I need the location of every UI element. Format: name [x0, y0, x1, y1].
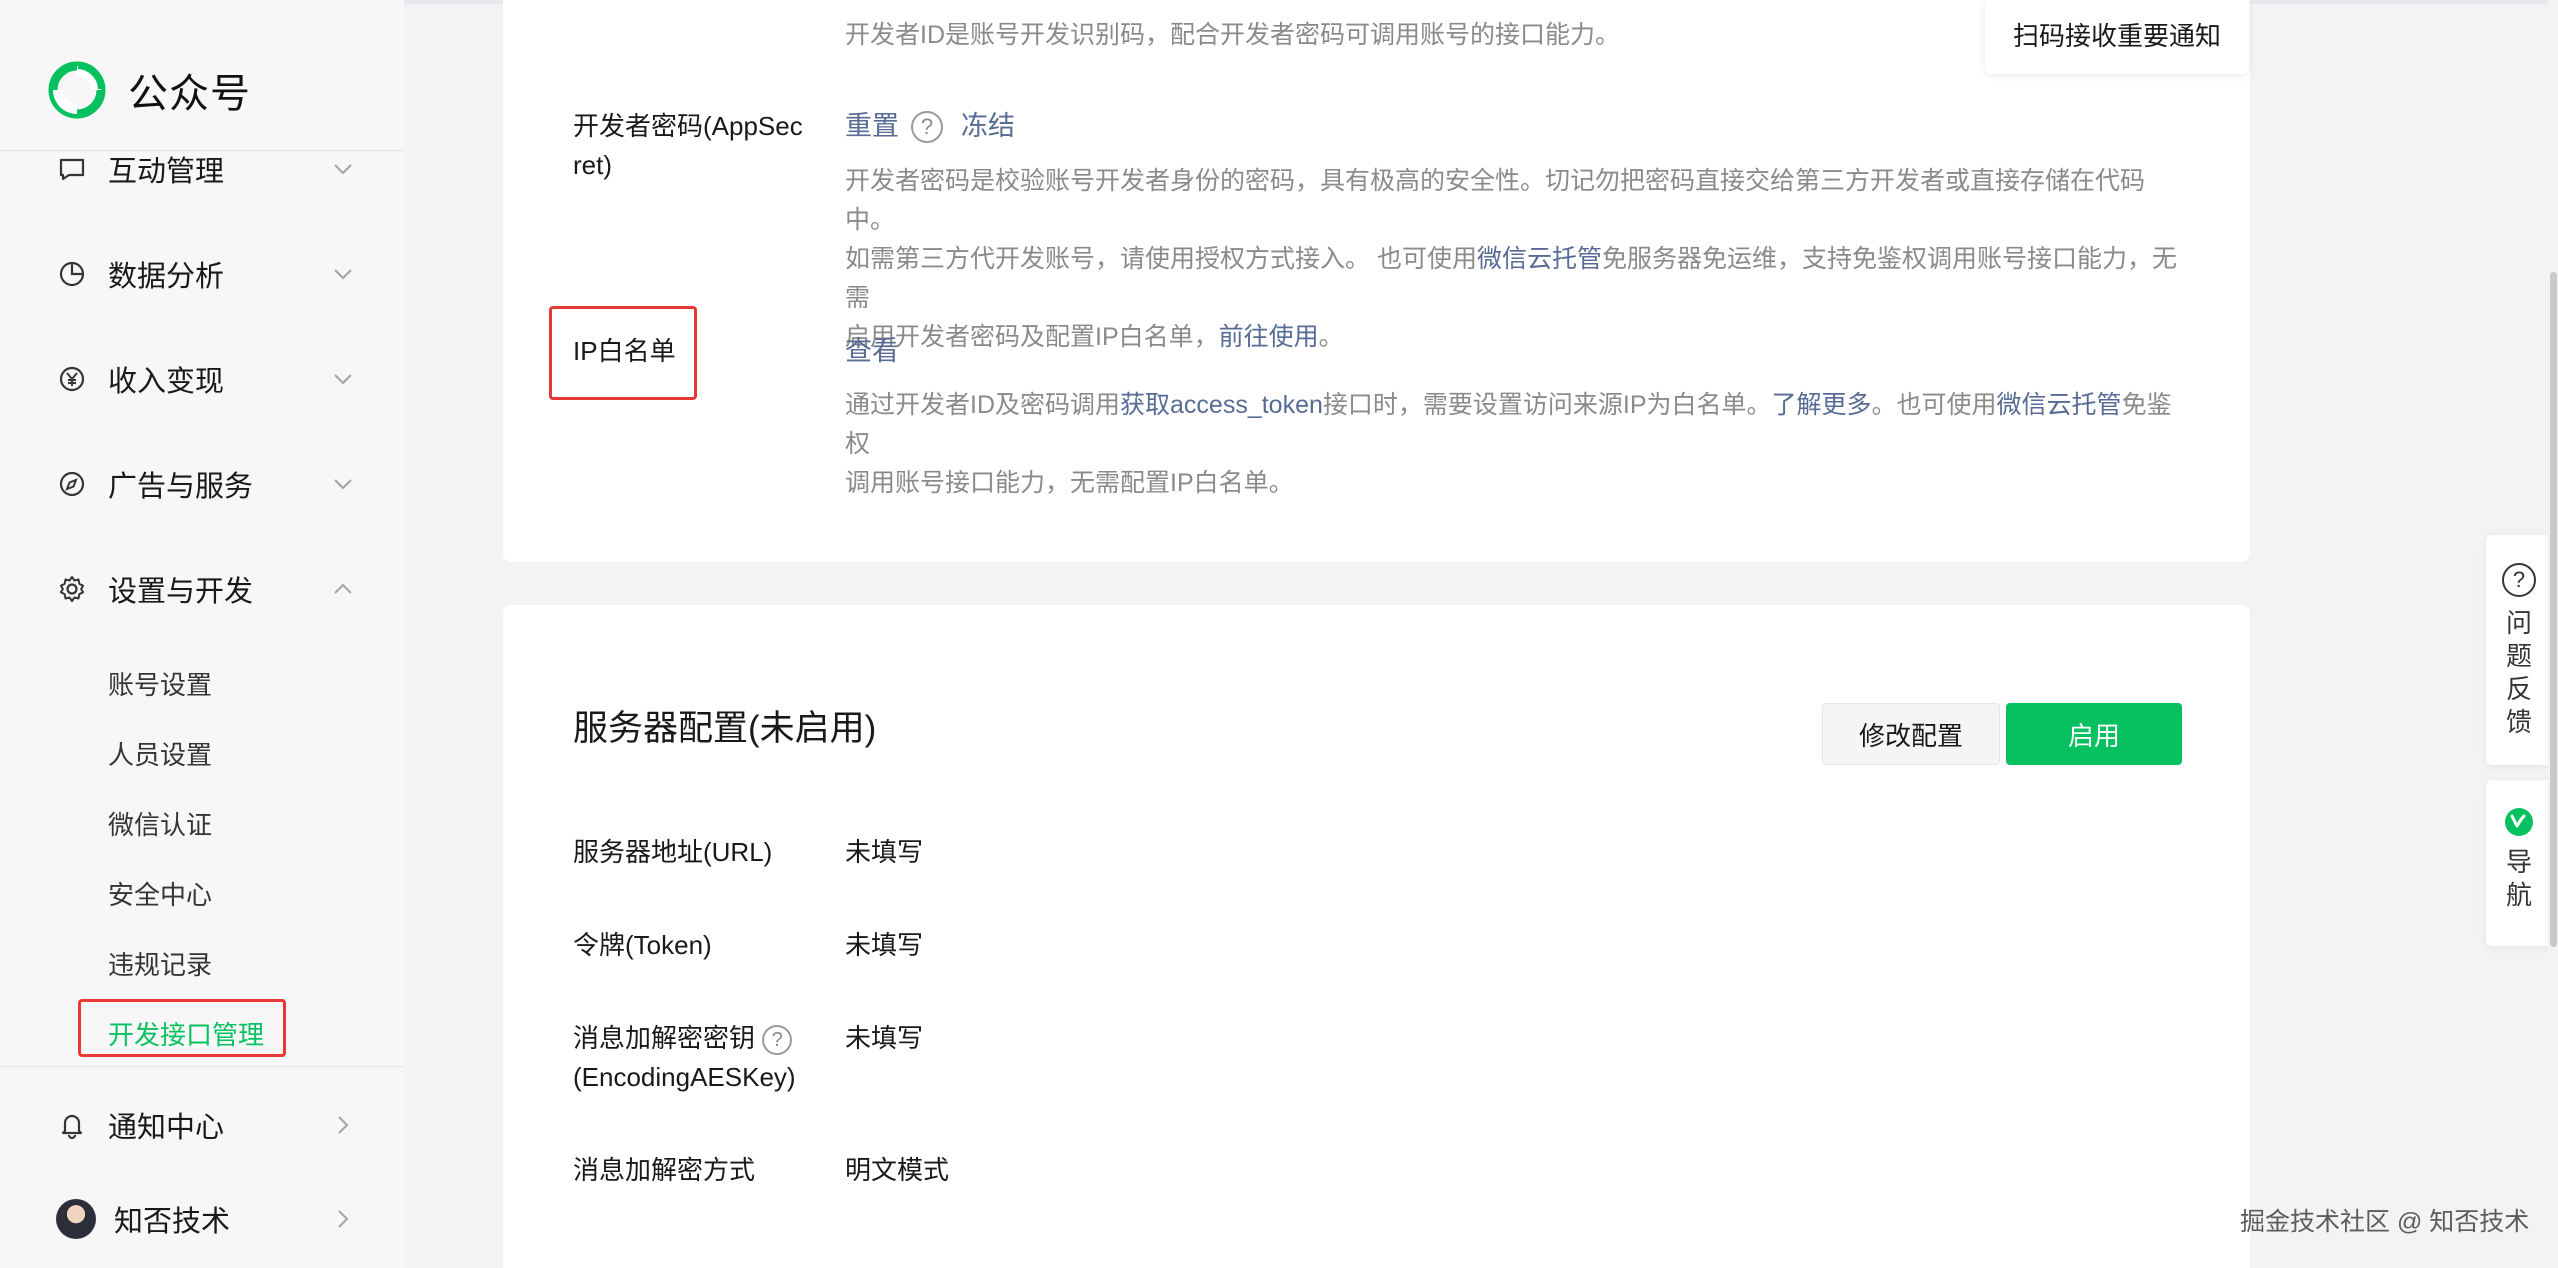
enable-button[interactable]: 启用	[2006, 703, 2182, 765]
gear-icon	[59, 576, 85, 602]
appsecret-actions: 重置 ? 冻结	[845, 107, 1015, 146]
sidebar-item-notifications[interactable]: 通知中心	[56, 1100, 356, 1150]
token-value: 未填写	[845, 930, 924, 960]
appsecret-desc-line1: 开发者密码是校验账号开发者身份的密码，具有极高的安全性。切记勿把密码直接交给第三…	[845, 167, 2146, 234]
sidebar-item-label: 收入变现	[108, 366, 225, 398]
highlight-box-active-subitem	[78, 999, 286, 1057]
reset-secret-link[interactable]: 重置	[845, 107, 899, 146]
sidebar-item-interaction[interactable]: 互动管理	[56, 144, 356, 194]
sidebar: 公众号 互动管理 数据分析 收入变现 广告与服务 设置与开发 账号设置 人员设置…	[0, 0, 404, 1268]
feedback-char: 问	[2505, 608, 2532, 638]
bell-icon	[61, 1114, 83, 1140]
aeskey-label: 消息加解密密钥 ? (EncodingAESKey)	[573, 1019, 796, 1097]
go-use-link[interactable]: 前往使用	[1219, 323, 1319, 351]
help-icon[interactable]: ?	[762, 1025, 793, 1056]
ip-whitelist-description: 通过开发者ID及密码调用获取access_token接口时，需要设置访问来源IP…	[845, 386, 2185, 503]
appid-description: 开发者ID是账号开发识别码，配合开发者密码可调用账号的接口能力。	[845, 21, 1621, 49]
chevron-right-icon	[338, 1116, 349, 1134]
appsecret-description: 开发者密码是校验账号开发者身份的密码，具有极高的安全性。切记勿把密码直接交给第三…	[845, 162, 2185, 357]
subitem-security-center[interactable]: 安全中心	[108, 871, 212, 915]
compass-icon	[59, 471, 85, 497]
appsecret-desc-line3: 启用开发者密码及配置IP白名单，前往使用。	[845, 323, 1344, 351]
feedback-char: 反	[2505, 674, 2532, 704]
sidebar-item-label: 设置与开发	[108, 576, 254, 608]
sidebar-item-account[interactable]: 知否技术	[56, 1194, 356, 1244]
learn-more-link[interactable]: 了解更多	[1772, 391, 1872, 419]
developer-credentials-card: 开发者ID是账号开发识别码，配合开发者密码可调用账号的接口能力。 开发者密码(A…	[503, 0, 2250, 562]
subitem-staff-settings[interactable]: 人员设置	[108, 731, 212, 775]
aeskey-label-line1: 消息加解密密钥 ?	[573, 1019, 796, 1058]
view-ip-whitelist-link[interactable]: 查看	[845, 336, 899, 366]
sidebar-item-label: 互动管理	[108, 156, 225, 188]
account-name: 知否技术	[114, 1206, 231, 1238]
wechat-cloud-hosting-link[interactable]: 微信云托管	[1997, 391, 2122, 419]
sidebar-item-monetization[interactable]: 收入变现	[56, 354, 356, 404]
appsecret-label: 开发者密码(AppSec ret)	[573, 107, 803, 185]
help-icon[interactable]: ?	[911, 110, 943, 143]
ip-whitelist-desc-line2: 调用账号接口能力，无需配置IP白名单。	[845, 469, 1294, 497]
chevron-up-icon	[334, 583, 352, 594]
chevron-right-icon	[338, 1210, 349, 1228]
server-config-title: 服务器配置(未启用)	[573, 709, 877, 748]
subitem-account-settings[interactable]: 账号设置	[108, 661, 212, 705]
sidebar-item-ads[interactable]: 广告与服务	[56, 459, 356, 509]
get-access-token-link[interactable]: 获取access_token	[1120, 391, 1323, 419]
sidebar-item-settings-dev[interactable]: 设置与开发	[56, 564, 356, 614]
sidebar-item-label: 数据分析	[108, 261, 225, 293]
sidebar-divider	[0, 1066, 404, 1067]
watermark-text: 掘金技术社区 @ 知否技术	[2240, 1208, 2530, 1236]
subitem-wechat-verification[interactable]: 微信认证	[108, 801, 212, 845]
chevron-down-icon	[334, 269, 352, 280]
yen-coin-icon	[59, 366, 85, 392]
guide-char: 航	[2505, 880, 2532, 910]
aeskey-value: 未填写	[845, 1023, 924, 1053]
chevron-down-icon	[334, 479, 352, 490]
wechat-cloud-hosting-link[interactable]: 微信云托管	[1477, 245, 1602, 273]
ip-whitelist-actions: 查看	[845, 332, 899, 371]
avatar	[56, 1199, 96, 1239]
sidebar-item-analytics[interactable]: 数据分析	[56, 249, 356, 299]
encryption-mode-label: 消息加解密方式	[573, 1155, 756, 1185]
appsecret-desc-line2: 如需第三方代开发账号，请使用授权方式接入。 也可使用微信云托管免服务器免运维，支…	[845, 245, 2177, 312]
highlight-box-ip-whitelist	[549, 306, 697, 400]
pie-chart-icon	[59, 261, 85, 287]
chat-bubble-icon	[59, 158, 85, 181]
chevron-down-icon	[334, 374, 352, 385]
subitem-violation-records[interactable]: 违规记录	[108, 941, 212, 985]
freeze-secret-link[interactable]: 冻结	[961, 107, 1015, 146]
server-url-label: 服务器地址(URL)	[573, 837, 773, 867]
scrollbar-thumb[interactable]	[2550, 272, 2557, 947]
guide-panel[interactable]: 导 航	[2486, 780, 2552, 946]
feedback-panel[interactable]: ? 问 题 反 馈	[2486, 535, 2552, 765]
app-name: 公众号	[128, 72, 251, 116]
sidebar-item-label: 通知中心	[108, 1112, 225, 1144]
question-icon: ?	[2502, 563, 2536, 597]
appsecret-label-line1: 开发者密码(AppSec	[573, 111, 803, 141]
scan-receive-notice-button[interactable]: 扫码接收重要通知	[1985, 0, 2249, 74]
encryption-mode-value: 明文模式	[845, 1155, 950, 1185]
sidebar-item-label: 广告与服务	[108, 471, 254, 503]
app-logo[interactable]: 公众号	[48, 58, 251, 122]
ip-whitelist-desc-line1: 通过开发者ID及密码调用获取access_token接口时，需要设置访问来源IP…	[845, 391, 2172, 458]
feedback-char: 馈	[2505, 707, 2532, 737]
wechat-official-logo-icon	[48, 61, 106, 119]
server-url-value: 未填写	[845, 837, 924, 867]
server-config-card: 服务器配置(未启用) 修改配置 启用 服务器地址(URL) 未填写 令牌(Tok…	[503, 605, 2250, 1268]
chevron-down-icon	[334, 164, 352, 175]
modify-config-button[interactable]: 修改配置	[1822, 703, 2000, 765]
appsecret-label-line2: ret)	[573, 150, 612, 180]
guide-char: 导	[2505, 847, 2532, 877]
aeskey-label-line2: (EncodingAESKey)	[573, 1062, 796, 1092]
feedback-char: 题	[2505, 641, 2532, 671]
token-label: 令牌(Token)	[573, 930, 712, 960]
guide-badge-icon	[2505, 808, 2533, 836]
